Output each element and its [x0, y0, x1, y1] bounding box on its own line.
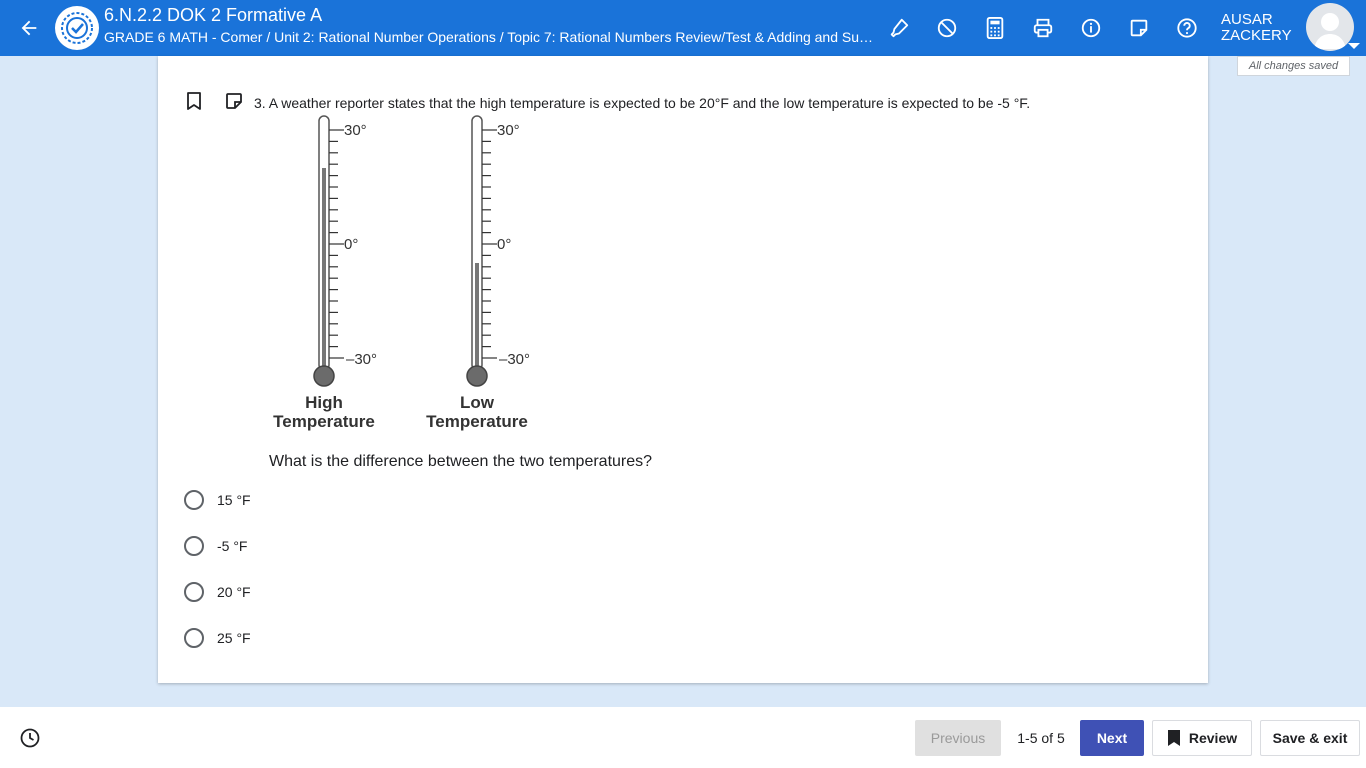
user-last-name: ZACKERY — [1221, 27, 1292, 44]
choice-d[interactable]: 25 °F — [184, 627, 251, 649]
toolbar — [884, 13, 1202, 43]
thermometer-bulb — [466, 365, 488, 387]
thermometer-label: High — [305, 393, 343, 412]
avatar[interactable] — [1306, 3, 1354, 51]
bookmark-icon — [187, 92, 201, 110]
radio-button[interactable] — [184, 582, 204, 602]
bookmark-filled-icon — [1167, 730, 1180, 746]
mercury-level — [322, 168, 326, 370]
back-button[interactable] — [14, 14, 44, 42]
answer-eliminator-button[interactable] — [932, 13, 962, 43]
calculator-icon — [986, 17, 1004, 39]
review-button[interactable]: Review — [1152, 720, 1252, 756]
footer-bar: Previous 1-5 of 5 Next Review Save & exi… — [0, 707, 1366, 768]
note-icon — [226, 93, 242, 109]
info-icon — [1081, 18, 1101, 38]
print-icon — [1033, 18, 1053, 38]
mercury-level — [475, 263, 479, 370]
choice-label: -5 °F — [217, 538, 248, 554]
tick-label-top: 30° — [497, 122, 520, 139]
page-indicator: 1-5 of 5 — [1017, 730, 1065, 746]
thermometer-bulb — [313, 365, 335, 387]
thermometer-low: 30° 0° –30° LowTemperature — [426, 115, 530, 431]
radio-button[interactable] — [184, 536, 204, 556]
tick-label-mid: 0° — [344, 236, 358, 253]
assessment-logo — [55, 6, 99, 50]
arrow-left-icon — [21, 20, 37, 36]
next-button[interactable]: Next — [1080, 720, 1144, 756]
sticky-note-button[interactable] — [1124, 13, 1154, 43]
print-button[interactable] — [1028, 13, 1058, 43]
chevron-down-icon[interactable] — [1348, 43, 1360, 49]
choice-label: 20 °F — [217, 584, 251, 600]
sticky-note-icon — [1130, 19, 1148, 37]
tick-label-mid: 0° — [497, 236, 511, 253]
thermometer-label: Low — [460, 393, 495, 412]
user-name[interactable]: AUSAR ZACKERY — [1221, 12, 1292, 44]
clock-icon — [20, 728, 40, 748]
choice-label: 25 °F — [217, 630, 251, 646]
choice-c[interactable]: 20 °F — [184, 581, 251, 603]
add-note-button[interactable] — [224, 91, 244, 111]
radio-button[interactable] — [184, 490, 204, 510]
save-exit-button[interactable]: Save & exit — [1260, 720, 1360, 756]
tick-label-top: 30° — [344, 122, 367, 139]
question-prompt: What is the difference between the two t… — [269, 453, 653, 470]
thermometer-high: 30° 0° –30° HighTemperature — [273, 115, 377, 431]
tick-label-bottom: –30° — [346, 351, 377, 368]
timer-button[interactable] — [19, 727, 41, 749]
breadcrumb: GRADE 6 MATH - Comer / Unit 2: Rational … — [104, 29, 876, 45]
calculator-button[interactable] — [980, 13, 1010, 43]
thermometer-figure: 30°0°–30°HighTemperature30°0°–30°LowTemp… — [273, 115, 530, 431]
assessment-title: 6.N.2.2 DOK 2 Formative A — [104, 5, 323, 25]
highlighter-button[interactable] — [884, 13, 914, 43]
choice-a[interactable]: 15 °F — [184, 489, 251, 511]
choice-b[interactable]: -5 °F — [184, 535, 248, 557]
question-card: 3. A weather reporter states that the hi… — [158, 56, 1208, 683]
save-status: All changes saved — [1237, 56, 1350, 76]
highlighter-icon — [890, 18, 909, 38]
radio-button[interactable] — [184, 628, 204, 648]
bookmark-button[interactable] — [184, 91, 204, 111]
user-avatar-icon — [1314, 13, 1346, 49]
review-label: Review — [1188, 730, 1238, 746]
thermometer-label: Temperature — [426, 412, 528, 431]
help-icon — [1177, 18, 1197, 38]
question-text: 3. A weather reporter states that the hi… — [254, 95, 1031, 111]
previous-button[interactable]: Previous — [915, 720, 1001, 756]
help-button[interactable] — [1172, 13, 1202, 43]
thermometer-label: Temperature — [273, 412, 375, 431]
tick-label-bottom: –30° — [499, 351, 530, 368]
info-button[interactable] — [1076, 13, 1106, 43]
user-first-name: AUSAR — [1221, 11, 1273, 28]
badge-check-icon — [61, 12, 93, 44]
eliminate-icon — [937, 18, 957, 38]
choice-label: 15 °F — [217, 492, 251, 508]
top-bar: 6.N.2.2 DOK 2 Formative A GRADE 6 MATH -… — [0, 0, 1366, 56]
